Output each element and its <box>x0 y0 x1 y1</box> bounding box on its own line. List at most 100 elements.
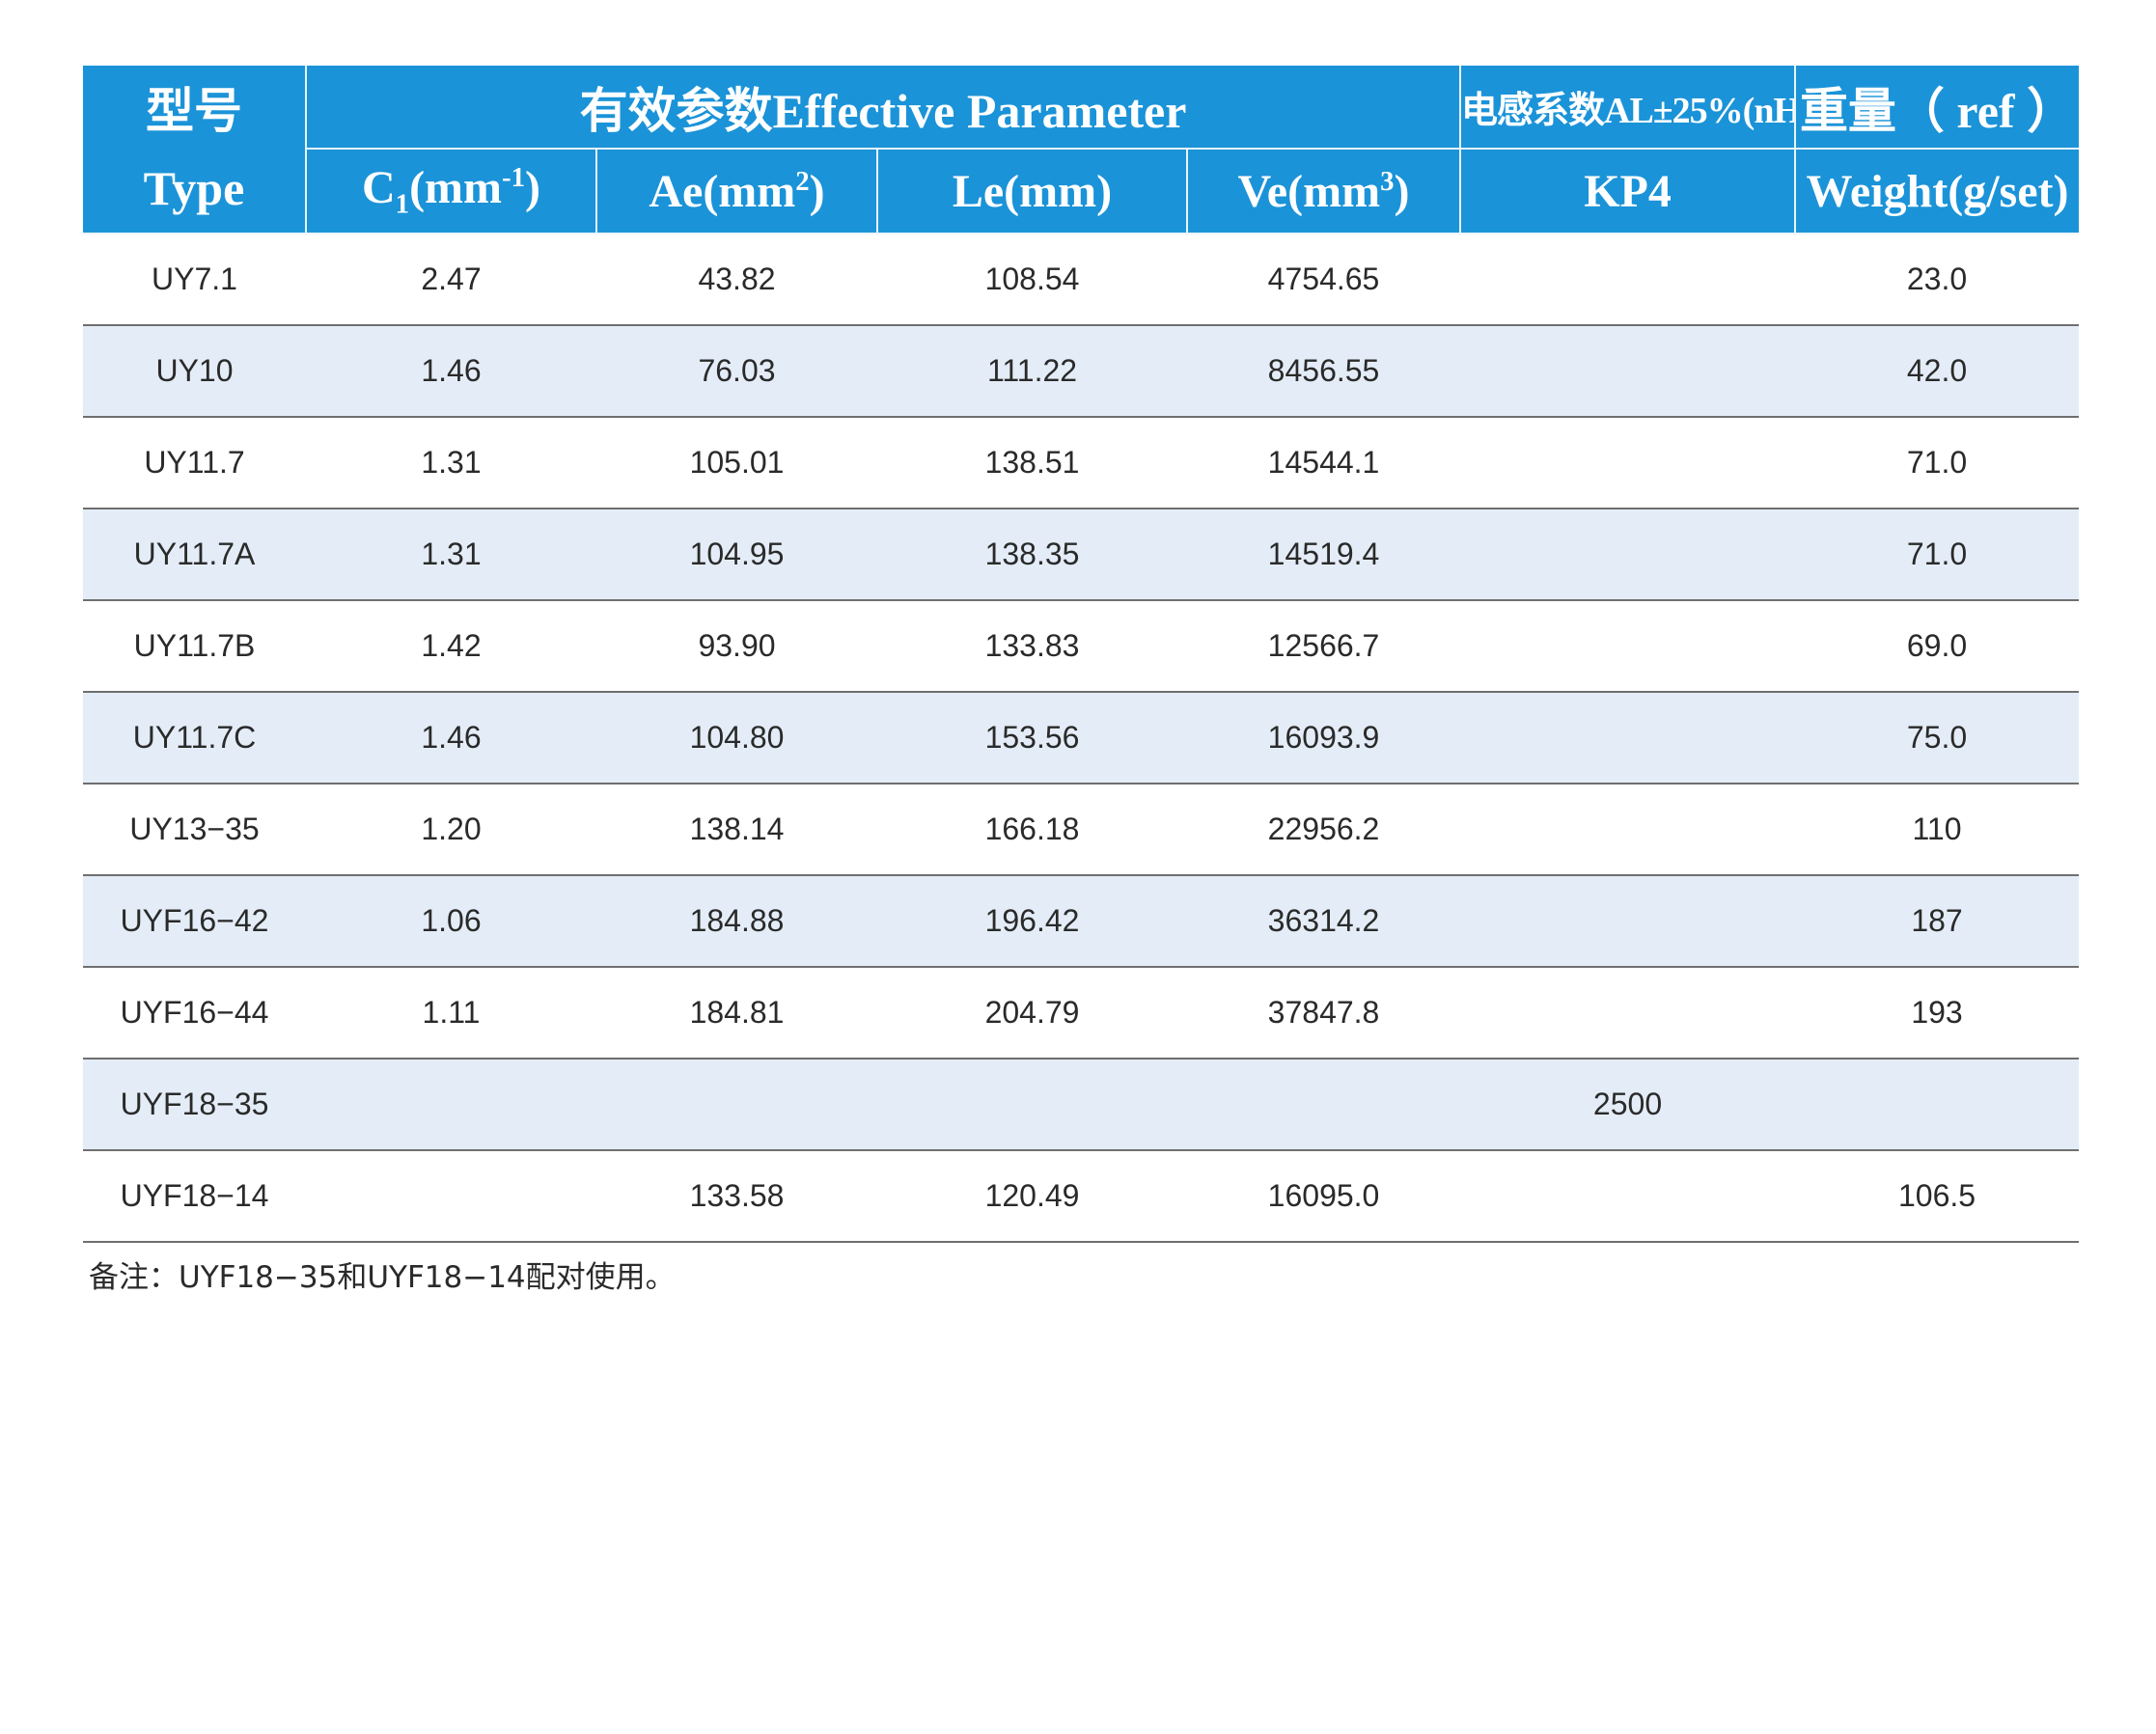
cell-ve: 36314.2 <box>1187 875 1461 968</box>
cell-le: 133.83 <box>877 600 1187 693</box>
table-row: UY11.7B 1.42 93.90 133.83 12566.7 69.0 <box>83 600 2080 693</box>
table-row: UYF18−35 2500 <box>83 1059 2080 1151</box>
table-row: UYF16−44 1.11 184.81 204.79 37847.8 193 <box>83 967 2080 1060</box>
table-row: UY11.7C 1.46 104.80 153.56 16093.9 75.0 <box>83 692 2080 784</box>
table-footnote: 备注：UYF18−35和UYF18−14配对使用。 <box>89 1260 676 1295</box>
cell-type: UY7.1 <box>83 234 306 326</box>
cell-c1: 1.06 <box>306 875 596 968</box>
header-ae-close: ) <box>809 165 825 217</box>
header-ve-sup: 3 <box>1380 165 1395 197</box>
header-weight-cn: 重量（ ref ） <box>1794 66 2080 150</box>
cell-type: UYF16−42 <box>83 875 306 968</box>
header-type-en: Type <box>143 160 245 215</box>
cell-kp4 <box>1460 234 1796 326</box>
cell-le: 111.22 <box>877 325 1187 418</box>
header-c1-base: C <box>361 162 396 214</box>
cell-ve: 8456.55 <box>1187 325 1461 418</box>
header-al-text: 电感系数AL±25%(nH/N <box>1461 91 1795 131</box>
cell-ve: 37847.8 <box>1187 967 1461 1060</box>
table-body: UY7.1 2.47 43.82 108.54 4754.65 23.0 UY1… <box>83 234 2080 1243</box>
cell-kp4 <box>1460 1150 1796 1243</box>
cell-le: 120.49 <box>877 1150 1187 1243</box>
cell-weight: 187 <box>1795 875 2080 968</box>
table-row: UY13−35 1.20 138.14 166.18 22956.2 110 <box>83 784 2080 876</box>
table-row: UY11.7A 1.31 104.95 138.35 14519.4 71.0 <box>83 509 2080 601</box>
cell-ve <box>1187 1059 1461 1151</box>
header-row-2: C1(mm-1) Ae(mm2) Le(mm) Ve(mm3) KP4 Weig… <box>83 149 2080 234</box>
table-row: UY7.1 2.47 43.82 108.54 4754.65 23.0 <box>83 234 2080 326</box>
cell-ve: 14519.4 <box>1187 509 1461 601</box>
cell-weight: 193 <box>1795 967 2080 1060</box>
cell-weight: 69.0 <box>1795 600 2080 693</box>
cell-kp4 <box>1460 325 1796 418</box>
header-effective-parameter: 有效参数Effective Parameter <box>304 66 1461 150</box>
cell-type: UYF18−35 <box>83 1059 306 1151</box>
cell-le: 108.54 <box>877 234 1187 326</box>
header-weight-en: Weight(g/set) <box>1794 149 2080 234</box>
cell-kp4 <box>1460 967 1796 1060</box>
cell-ae: 184.88 <box>596 875 877 968</box>
cell-le: 166.18 <box>877 784 1187 876</box>
header-ae: Ae(mm2) <box>595 149 877 234</box>
cell-ve: 14544.1 <box>1187 417 1461 509</box>
cell-weight: 71.0 <box>1795 417 2080 509</box>
table-row: UY10 1.46 76.03 111.22 8456.55 42.0 <box>83 325 2080 418</box>
cell-ae: 105.01 <box>596 417 877 509</box>
cell-ae: 93.90 <box>596 600 877 693</box>
cell-ae: 104.95 <box>596 509 877 601</box>
table-header: 型号 Type 有效参数Effective Parameter 电感系数AL±2… <box>83 66 2080 234</box>
cell-kp4 <box>1460 784 1796 876</box>
cell-kp4: 2500 <box>1460 1059 1796 1151</box>
cell-c1: 1.20 <box>306 784 596 876</box>
cell-type: UY11.7A <box>83 509 306 601</box>
cell-type: UY11.7 <box>83 417 306 509</box>
header-inductance-factor: 电感系数AL±25%(nH/N2) <box>1459 66 1796 150</box>
cell-le: 196.42 <box>877 875 1187 968</box>
cell-c1 <box>306 1059 596 1151</box>
header-ve: Ve(mm3) <box>1185 149 1461 234</box>
cell-le <box>877 1059 1187 1151</box>
header-type-cn: 型号 <box>146 83 242 138</box>
header-c1-close: ) <box>525 162 540 214</box>
table-row: UYF18−14 133.58 120.49 16095.0 106.5 <box>83 1150 2080 1243</box>
header-c1-open: (mm <box>409 162 503 214</box>
cell-ae: 104.80 <box>596 692 877 784</box>
table-row: UYF16−42 1.06 184.88 196.42 36314.2 187 <box>83 875 2080 968</box>
header-ae-sup: 2 <box>795 165 810 197</box>
effective-parameter-table: 型号 Type 有效参数Effective Parameter 电感系数AL±2… <box>83 66 2080 1243</box>
header-ae-base: Ae(mm <box>649 165 796 217</box>
header-c1-sub: 1 <box>395 188 410 220</box>
header-ve-base: Ve(mm <box>1237 165 1381 217</box>
cell-c1: 1.31 <box>306 417 596 509</box>
cell-ae: 76.03 <box>596 325 877 418</box>
cell-weight: 71.0 <box>1795 509 2080 601</box>
cell-le: 138.35 <box>877 509 1187 601</box>
cell-kp4 <box>1460 600 1796 693</box>
cell-weight: 42.0 <box>1795 325 2080 418</box>
cell-c1: 1.46 <box>306 692 596 784</box>
cell-c1: 1.11 <box>306 967 596 1060</box>
cell-ve: 4754.65 <box>1187 234 1461 326</box>
cell-weight: 75.0 <box>1795 692 2080 784</box>
cell-kp4 <box>1460 417 1796 509</box>
cell-type: UY11.7C <box>83 692 306 784</box>
cell-kp4 <box>1460 692 1796 784</box>
cell-le: 204.79 <box>877 967 1187 1060</box>
header-c1: C1(mm-1) <box>305 149 596 234</box>
cell-type: UY10 <box>83 325 306 418</box>
cell-c1: 2.47 <box>306 234 596 326</box>
header-c1-sup: -1 <box>502 162 526 194</box>
cell-ae: 133.58 <box>596 1150 877 1243</box>
cell-weight: 110 <box>1795 784 2080 876</box>
cell-ae: 138.14 <box>596 784 877 876</box>
cell-c1: 1.46 <box>306 325 596 418</box>
cell-ae: 184.81 <box>596 967 877 1060</box>
cell-ve: 16093.9 <box>1187 692 1461 784</box>
header-kp4: KP4 <box>1459 149 1796 234</box>
cell-ve: 12566.7 <box>1187 600 1461 693</box>
header-row-1: 型号 Type 有效参数Effective Parameter 电感系数AL±2… <box>83 66 2080 234</box>
cell-ve: 22956.2 <box>1187 784 1461 876</box>
cell-c1 <box>306 1150 596 1243</box>
cell-weight: 106.5 <box>1795 1150 2080 1243</box>
cell-weight: 23.0 <box>1795 234 2080 326</box>
